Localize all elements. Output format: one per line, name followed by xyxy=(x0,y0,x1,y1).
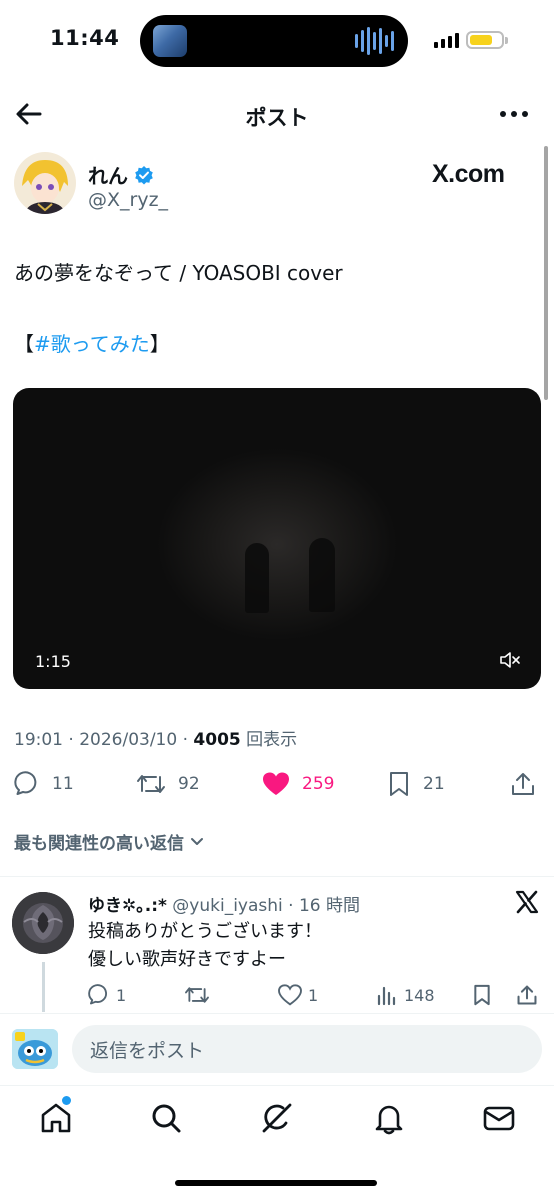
reply-line-1: 投稿ありがとうございます！ xyxy=(88,921,322,942)
hashtag-link[interactable]: #歌ってみた xyxy=(34,332,150,356)
view-label: 回表示 xyxy=(246,730,298,750)
mute-button[interactable] xyxy=(499,650,521,670)
video-time-remaining: 1:15 xyxy=(35,652,71,671)
bracket-open: 【 xyxy=(14,332,34,356)
page-title: ポスト xyxy=(245,106,309,130)
author-name[interactable]: れん xyxy=(88,160,154,189)
bookmark-icon xyxy=(390,772,408,796)
reply-reply-count: 1 xyxy=(116,985,127,1005)
post-text: あの夢をなぞって / YOASOBI cover xyxy=(14,261,343,285)
x-com-brand: X.com xyxy=(432,160,505,188)
reply-count: 11 xyxy=(52,774,74,794)
tab-messages[interactable] xyxy=(481,1100,517,1136)
current-user-avatar xyxy=(12,1029,58,1069)
bookmark-count: 21 xyxy=(423,774,445,794)
audio-waveform-icon xyxy=(355,27,394,55)
video-silhouette xyxy=(245,543,269,613)
share-button[interactable] xyxy=(510,766,536,802)
author-handle[interactable]: @X_ryz_ xyxy=(88,189,168,211)
share-icon xyxy=(517,985,537,1005)
analytics-icon xyxy=(377,986,396,1006)
repost-count: 92 xyxy=(178,774,200,794)
tab-home[interactable] xyxy=(38,1096,74,1136)
reply-icon xyxy=(88,984,107,1005)
search-icon xyxy=(152,1104,181,1133)
reply-action-bar: 1 1 148 xyxy=(0,980,554,1010)
share-icon xyxy=(512,773,534,795)
bookmark-button[interactable]: 21 xyxy=(387,766,445,802)
repost-icon xyxy=(137,775,165,793)
now-playing-artwork xyxy=(153,25,187,57)
reply-share-button[interactable] xyxy=(516,980,538,1010)
grok-icon xyxy=(262,1103,292,1133)
repost-button[interactable]: 92 xyxy=(136,766,200,802)
reply-sort-dropdown[interactable]: 最も関連性の高い返信 xyxy=(14,829,204,854)
reply-sort-label: 最も関連性の高い返信 xyxy=(14,834,184,854)
x-logo-icon xyxy=(514,889,540,915)
like-count: 259 xyxy=(302,774,335,794)
video-player[interactable]: 1:15 xyxy=(13,388,541,689)
reply-like-button[interactable]: 1 xyxy=(278,980,318,1010)
author-display-name: れん xyxy=(88,164,128,188)
post-meta: 19:01 · 2026/03/10 · 4005 回表示 xyxy=(14,725,297,750)
more-icon xyxy=(500,111,528,117)
view-count: 4005 xyxy=(193,730,241,750)
bracket-close: 】 xyxy=(149,332,170,356)
reply-text: 投稿ありがとうございます！ 優しい歌声好きですよー xyxy=(88,918,322,974)
dynamic-island[interactable] xyxy=(140,15,408,67)
reply-avatar[interactable] xyxy=(12,892,74,954)
reply-line-2: 優しい歌声好きですよー xyxy=(88,949,286,970)
home-icon xyxy=(41,1103,71,1133)
reply-handle-and-time[interactable]: @yuki_iyashi · 16 時間 xyxy=(167,896,360,916)
post-hashtag-line: 【#歌ってみた】 xyxy=(14,328,170,357)
heart-icon xyxy=(278,984,302,1006)
chevron-down-icon xyxy=(191,837,203,845)
tab-notifications[interactable] xyxy=(371,1100,407,1136)
post-header: ポスト xyxy=(0,90,554,138)
battery-icon xyxy=(466,31,504,49)
home-indicator[interactable] xyxy=(175,1180,377,1186)
reply-repost-button[interactable] xyxy=(184,980,210,1010)
messages-icon xyxy=(483,1106,515,1131)
reply-bookmark-button[interactable] xyxy=(472,980,492,1010)
verified-badge-icon xyxy=(135,165,153,184)
repost-icon xyxy=(185,987,209,1003)
notifications-icon xyxy=(375,1105,403,1135)
reply-author-name[interactable]: ゆき✲｡.:* xyxy=(88,896,167,916)
tab-grok[interactable] xyxy=(259,1100,295,1136)
reply-button[interactable]: 11 xyxy=(14,766,74,802)
post-timestamp[interactable]: 19:01 · 2026/03/10 · xyxy=(14,730,193,750)
reply-header: ゆき✲｡.:* @yuki_iyashi · 16 時間 xyxy=(88,891,360,916)
reply-composer: 返信をポスト xyxy=(0,1013,554,1085)
section-divider xyxy=(0,876,554,877)
more-options-button[interactable] xyxy=(498,100,530,128)
reply-reply-button[interactable]: 1 xyxy=(88,980,126,1010)
bookmark-icon xyxy=(474,984,490,1006)
tab-search[interactable] xyxy=(148,1100,184,1136)
speaker-muted-icon xyxy=(500,652,520,668)
video-silhouette xyxy=(309,538,335,612)
heart-filled-icon xyxy=(263,772,289,795)
reply-icon xyxy=(14,771,37,795)
reply-views-button[interactable]: 148 xyxy=(376,980,435,1010)
battery-tip xyxy=(505,37,508,44)
reply-input[interactable]: 返信をポスト xyxy=(72,1025,542,1073)
post-action-bar: 11 92 259 21 xyxy=(0,766,554,802)
scrollbar[interactable] xyxy=(544,146,548,400)
author-avatar[interactable] xyxy=(14,152,76,214)
notification-dot xyxy=(62,1096,71,1105)
cellular-signal-icon xyxy=(434,32,459,48)
status-time: 11:44 xyxy=(50,26,120,50)
status-bar: 11:44 xyxy=(0,0,554,84)
reply-view-count: 148 xyxy=(404,985,435,1005)
reply-like-count: 1 xyxy=(308,985,319,1005)
like-button[interactable]: 259 xyxy=(262,766,334,802)
